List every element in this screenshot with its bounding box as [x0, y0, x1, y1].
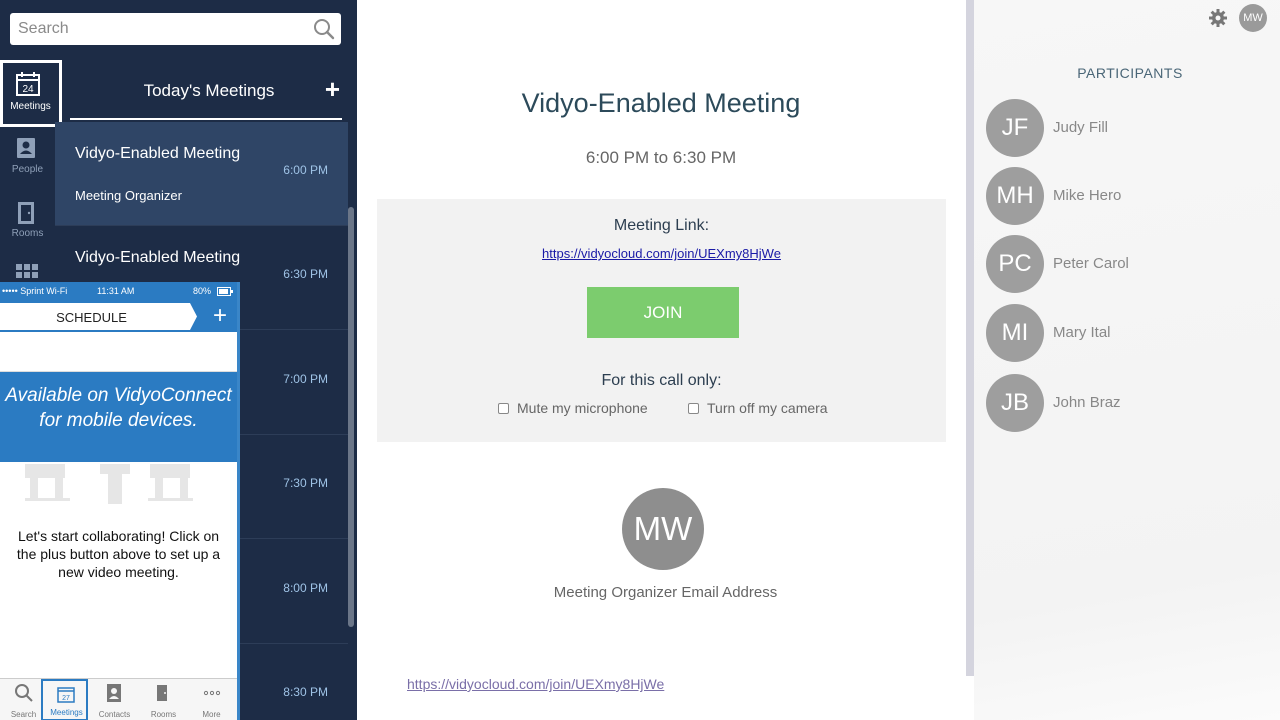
meetings-scrollbar[interactable]: [348, 207, 354, 627]
search-icon[interactable]: [313, 18, 335, 40]
calendar-icon: 27: [57, 687, 75, 703]
rail-item-label: Rooms: [11, 228, 44, 239]
meetings-list-header: Today's Meetings +: [70, 62, 342, 120]
schedule-add-button[interactable]: +: [213, 302, 227, 330]
meeting-time: 6:30 PM: [283, 267, 328, 281]
gear-icon[interactable]: [1208, 8, 1228, 28]
contact-book-icon: [17, 138, 35, 158]
carrier-label: ••••• Sprint Wi-Fi: [2, 286, 68, 296]
phone-tab-more[interactable]: More: [188, 679, 235, 720]
phone-tab-meetings[interactable]: 27 Meetings: [41, 679, 88, 720]
app-window: 24 Meetings People Rooms: [0, 0, 1280, 720]
collab-message: Let's start collaborating! Click on the …: [16, 528, 221, 580]
phone-tab-label: More: [202, 710, 221, 719]
turn-off-camera-option[interactable]: Turn off my camera: [688, 400, 828, 416]
calendar-badge: 27: [62, 695, 70, 702]
meeting-link-footer[interactable]: https://vidyocloud.com/join/UEXmy8HjWe: [407, 676, 664, 692]
door-icon: [18, 202, 34, 224]
schedule-tab[interactable]: SCHEDULE: [0, 303, 197, 330]
battery-icon: [217, 287, 233, 296]
join-card: Meeting Link: https://vidyocloud.com/joi…: [377, 199, 946, 442]
banner-line-1: Available on VidyoConnect: [5, 385, 232, 406]
mute-microphone-label: Mute my microphone: [517, 400, 648, 416]
user-avatar[interactable]: MW: [1239, 4, 1267, 32]
phone-status-bar: ••••• Sprint Wi-Fi 11:31 AM 80%: [0, 282, 237, 301]
participant-avatar: PC: [986, 235, 1044, 293]
clock-label: 11:31 AM: [97, 286, 135, 296]
meeting-time-range: 6:00 PM to 6:30 PM: [585, 148, 737, 167]
rail-item-meetings[interactable]: 24 Meetings: [0, 60, 62, 127]
participant-avatar: MI: [986, 304, 1044, 362]
meeting-detail-title: Vidyo-Enabled Meeting: [521, 88, 801, 118]
calendar-icon: 24: [16, 72, 40, 96]
participant-item[interactable]: MH Mike Hero: [986, 167, 1276, 227]
rail-item-rooms[interactable]: Rooms: [0, 192, 55, 256]
schedule-bar: SCHEDULE +: [0, 301, 237, 332]
phone-tab-search[interactable]: Search: [0, 679, 47, 720]
mute-microphone-checkbox[interactable]: [498, 403, 509, 414]
organizer-avatar: MW: [622, 488, 704, 570]
meeting-detail-panel: Vidyo-Enabled Meeting 6:00 PM to 6:30 PM…: [357, 0, 967, 720]
mute-microphone-option[interactable]: Mute my microphone: [498, 400, 648, 416]
rail-item-label: Meetings: [10, 101, 51, 112]
contact-book-icon: [107, 684, 121, 702]
meeting-time: 6:00 PM: [283, 163, 328, 177]
door-icon: [157, 685, 167, 701]
mobile-promo-overlay: ••••• Sprint Wi-Fi 11:31 AM 80% SCHEDULE…: [0, 282, 240, 720]
meeting-time: 7:30 PM: [283, 476, 328, 490]
call-options-label: For this call only:: [601, 372, 722, 389]
search-box[interactable]: [10, 13, 341, 45]
search-input[interactable]: [10, 13, 300, 45]
meeting-link-label: Meeting Link:: [613, 217, 710, 234]
meeting-title: Vidyo-Enabled Meeting: [75, 145, 241, 162]
phone-tab-label: Contacts: [98, 710, 131, 719]
phone-tab-label: Rooms: [150, 710, 177, 719]
meeting-time: 8:00 PM: [283, 581, 328, 595]
meetings-list-title: Today's Meetings: [143, 81, 275, 100]
participant-name: Mike Hero: [1053, 187, 1122, 204]
meeting-time: 7:00 PM: [283, 372, 328, 386]
rail-item-label: People: [11, 164, 44, 175]
join-button[interactable]: JOIN: [587, 287, 739, 338]
banner-line-2: for mobile devices.: [39, 410, 198, 431]
participant-name: Judy Fill: [1053, 119, 1109, 136]
add-meeting-button[interactable]: +: [325, 76, 340, 102]
turn-off-camera-checkbox[interactable]: [688, 403, 699, 414]
participant-avatar: MH: [986, 167, 1044, 225]
participant-item[interactable]: MI Mary Ital: [986, 304, 1276, 364]
rail-item-people[interactable]: People: [0, 128, 55, 192]
phone-tab-rooms[interactable]: Rooms: [140, 679, 187, 720]
meeting-title: Vidyo-Enabled Meeting: [75, 249, 241, 266]
meeting-organizer: Meeting Organizer: [75, 188, 182, 203]
participant-item[interactable]: JB John Braz: [986, 374, 1276, 434]
turn-off-camera-label: Turn off my camera: [707, 400, 828, 416]
grid-icon: [16, 264, 38, 278]
calendar-badge: 24: [22, 84, 34, 95]
participants-header: PARTICIPANTS: [1077, 65, 1183, 81]
phone-tab-bar: Search 27 Meetings Contacts Rooms More: [0, 678, 237, 720]
participant-item[interactable]: PC Peter Carol: [986, 235, 1276, 295]
ellipsis-icon: [203, 690, 221, 696]
meeting-link[interactable]: https://vidyocloud.com/join/UEXmy8HjWe: [377, 246, 946, 261]
participant-avatar: JB: [986, 374, 1044, 432]
participant-item[interactable]: JF Judy Fill: [986, 99, 1276, 159]
meeting-item[interactable]: Vidyo-Enabled Meeting 6:00 PM Meeting Or…: [55, 122, 348, 226]
battery-label: 80%: [193, 286, 212, 296]
phone-blank-field: [0, 333, 237, 372]
participant-name: Mary Ital: [1053, 324, 1111, 341]
phone-tab-label: Search: [10, 710, 37, 719]
participants-panel: MW PARTICIPANTS JF Judy Fill MH Mike Her…: [974, 0, 1280, 720]
meeting-time: 8:30 PM: [283, 685, 328, 699]
participant-name: John Braz: [1053, 394, 1121, 411]
phone-tab-contacts[interactable]: Contacts: [91, 679, 138, 720]
panel-divider[interactable]: [966, 0, 974, 676]
mobile-availability-banner: Available on VidyoConnect for mobile dev…: [0, 372, 237, 462]
meeting-chairs-illustration: [25, 464, 193, 504]
participant-avatar: JF: [986, 99, 1044, 157]
search-icon: [15, 684, 33, 702]
schedule-tab-label: SCHEDULE: [56, 310, 127, 325]
phone-tab-label: Meetings: [50, 708, 83, 717]
organizer-email: Meeting Organizer Email Address: [553, 584, 778, 601]
participant-name: Peter Carol: [1053, 255, 1129, 272]
